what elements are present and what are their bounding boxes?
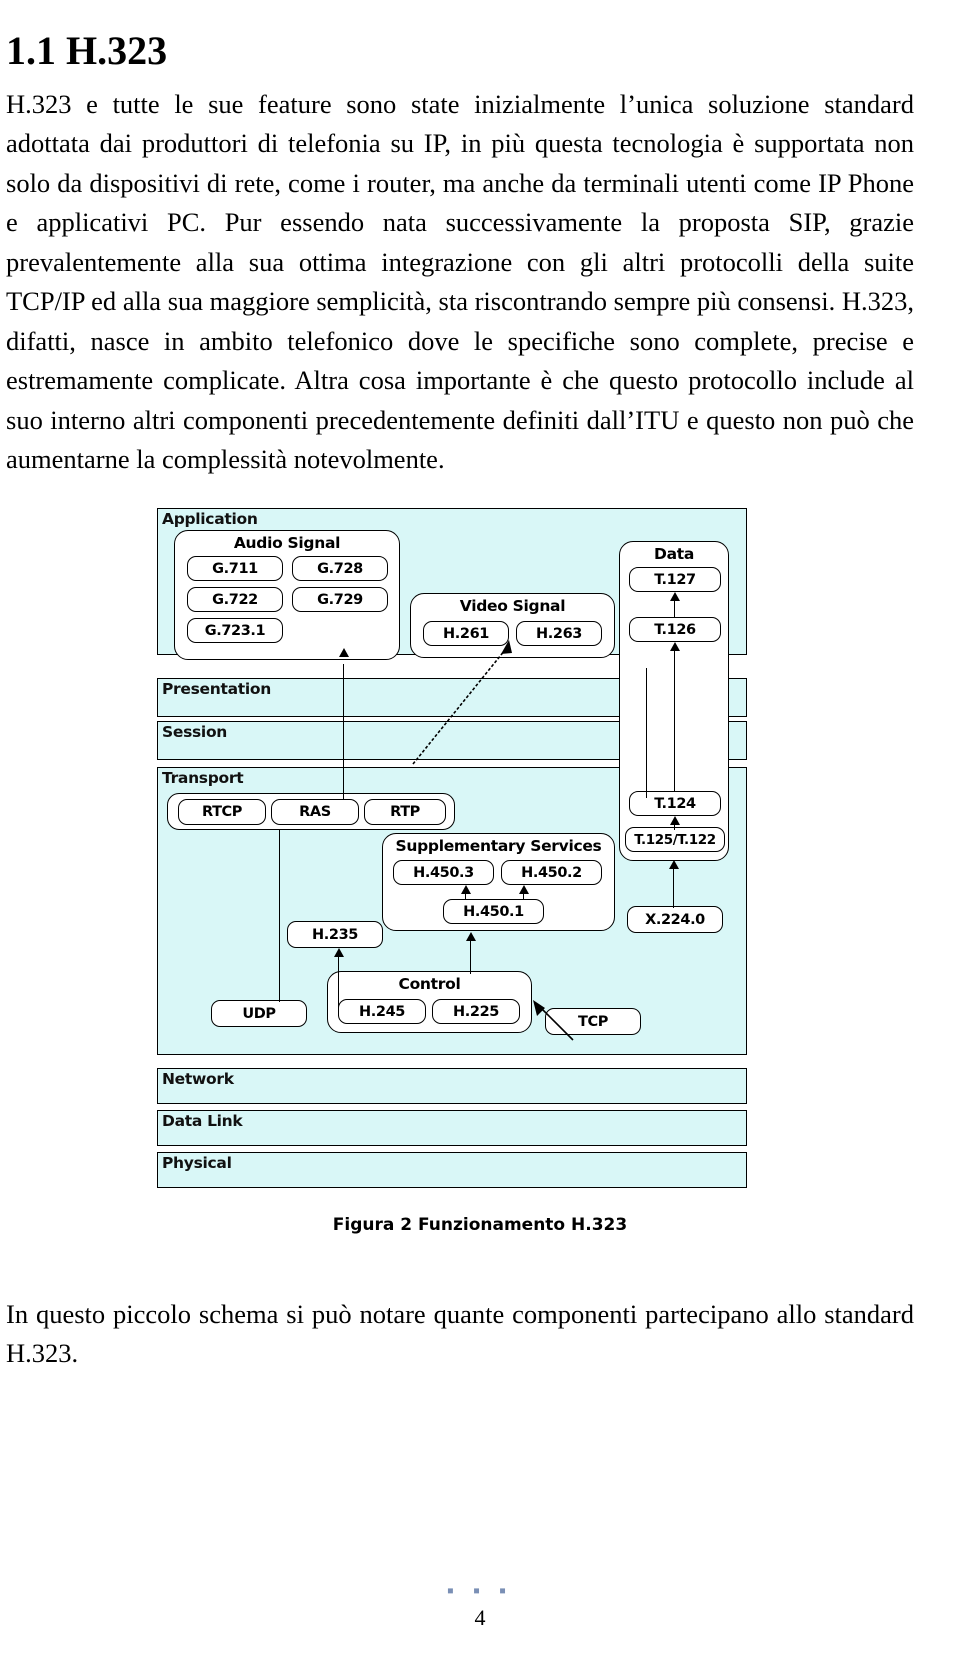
- group-data: Data T.127 T.126 T.124 T.125/T.122: [619, 541, 729, 861]
- paragraph-closing: In questo piccolo schema si può notare q…: [6, 1298, 914, 1369]
- group-control: Control H.245 H.225: [327, 971, 532, 1033]
- arrowhead-t124-t126: [670, 642, 680, 651]
- arrowhead-t125-t124: [670, 816, 680, 825]
- arrowhead-h4501-h4503: [461, 885, 471, 894]
- box-ras: RAS: [271, 799, 359, 825]
- box-t124: T.124: [629, 791, 721, 816]
- box-h4501: H.450.1: [443, 899, 544, 924]
- box-g711: G.711: [187, 556, 283, 581]
- box-g7231: G.723.1: [187, 618, 283, 643]
- connector-video-diagonal: [412, 640, 512, 765]
- layer-application-label: Application: [162, 510, 258, 528]
- box-h245: H.245: [338, 999, 426, 1024]
- paragraph-intro: H.323 e tutte le sue feature sono state …: [6, 88, 914, 475]
- box-t126: T.126: [629, 617, 721, 642]
- group-audio-signal: Audio Signal G.711 G.728 G.722 G.729 G.7…: [174, 530, 400, 660]
- connector-t126-t127: [674, 600, 675, 617]
- arrowhead-h4501-h4502: [519, 885, 529, 894]
- group-audio-signal-title: Audio Signal: [233, 534, 341, 552]
- box-h235: H.235: [287, 921, 383, 948]
- page-title: 1.1 H.323: [6, 27, 168, 73]
- box-x224-0: X.224.0: [627, 906, 723, 933]
- group-transport-protocols: RTCP RAS RTP: [167, 793, 455, 830]
- layer-network: Network: [157, 1068, 747, 1104]
- figure-h323-stack: Application Presentation Session Transpo…: [0, 505, 960, 1205]
- connector-data-spine: [646, 668, 647, 798]
- connector-udp-transport: [279, 830, 280, 1002]
- connector-tcp-control: [533, 1000, 574, 1041]
- box-h4503: H.450.3: [393, 860, 494, 885]
- layer-physical: Physical: [157, 1152, 747, 1188]
- layer-data-link: Data Link: [157, 1110, 747, 1146]
- connector-control-supplementary: [470, 940, 471, 974]
- box-t127: T.127: [629, 567, 721, 592]
- connector-x224-t125: [673, 868, 674, 908]
- layer-physical-label: Physical: [162, 1154, 232, 1172]
- group-data-title: Data: [654, 545, 694, 563]
- connector-control-h235: [338, 956, 339, 1016]
- page-number: 4: [474, 1605, 486, 1630]
- group-supplementary-services-title: Supplementary Services: [395, 837, 602, 855]
- protocol-stack: Application Presentation Session Transpo…: [157, 508, 747, 1188]
- box-g729: G.729: [292, 587, 388, 612]
- box-udp: UDP: [211, 1000, 307, 1027]
- layer-session-label: Session: [162, 723, 228, 741]
- connector-audio-spine: [343, 664, 344, 799]
- box-g728: G.728: [292, 556, 388, 581]
- layer-network-label: Network: [162, 1070, 234, 1088]
- connector-t124-t126: [674, 650, 675, 791]
- box-g722: G.722: [187, 587, 283, 612]
- layer-transport-label: Transport: [162, 769, 244, 787]
- box-rtcp: RTCP: [178, 799, 266, 825]
- document-page: 1.1 H.323 H.323 e tutte le sue feature s…: [0, 0, 960, 1657]
- box-rtp: RTP: [364, 799, 446, 825]
- figure-caption: Figura 2 Funzionamento H.323: [332, 1215, 628, 1235]
- footer-decoration: ▪ ▪ ▪: [446, 1580, 514, 1602]
- arrowhead-control-h235: [334, 948, 344, 957]
- box-h263: H.263: [516, 621, 602, 646]
- group-control-title: Control: [398, 975, 461, 993]
- box-t125-t122: T.125/T.122: [625, 827, 725, 852]
- group-supplementary-services: Supplementary Services H.450.3 H.450.2 H…: [382, 833, 615, 931]
- group-video-signal-title: Video Signal: [459, 597, 566, 615]
- arrowhead-t126-t127: [670, 592, 680, 601]
- arrowhead-audio-spine: [339, 648, 349, 657]
- box-h225: H.225: [432, 999, 520, 1024]
- box-h4502: H.450.2: [501, 860, 602, 885]
- layer-data-link-label: Data Link: [162, 1112, 243, 1130]
- layer-presentation-label: Presentation: [162, 680, 271, 698]
- arrowhead-control-supplementary: [466, 932, 476, 941]
- arrowhead-x224-t125: [669, 860, 679, 869]
